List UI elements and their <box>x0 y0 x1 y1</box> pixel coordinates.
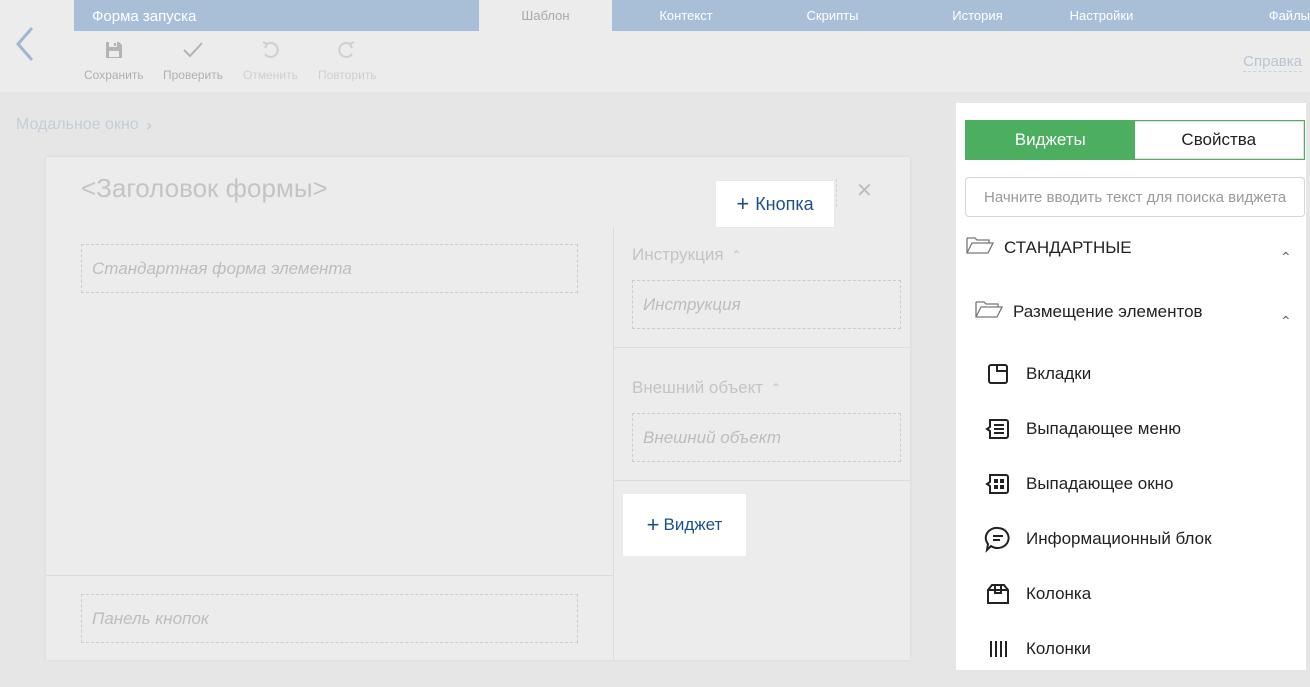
breadcrumb: Модальное окно › <box>16 116 152 134</box>
help-link[interactable]: Справка <box>1243 53 1302 72</box>
toolbar: Сохранить Проверить Отменить Повторить С… <box>74 31 1310 92</box>
back-button[interactable] <box>12 24 42 64</box>
header-tabs: Шаблон Контекст Скрипты История Настройк… <box>479 0 1310 31</box>
redo-label: Повторить <box>318 68 377 82</box>
dropdown-menu-icon <box>984 415 1012 443</box>
redo-button[interactable]: Повторить <box>318 37 377 82</box>
tab-files[interactable]: Файлы <box>1153 0 1310 31</box>
divider <box>46 575 613 576</box>
chevron-up-icon[interactable]: ⌃ <box>1280 249 1292 266</box>
add-button-button[interactable]: + Кнопка <box>716 181 834 227</box>
back-strip <box>0 0 74 92</box>
widget-item-info-block[interactable]: Информационный блок <box>984 525 1212 553</box>
widget-item-label: Колонка <box>1026 584 1092 603</box>
plus-icon: + <box>646 512 660 537</box>
modal-form: <Заголовок формы> + Кнопка ✕ Стандартная… <box>46 157 910 660</box>
tab-properties[interactable]: Свойства <box>1134 121 1304 159</box>
widget-item-label: Информационный блок <box>1026 529 1212 548</box>
undo-label: Отменить <box>243 68 298 82</box>
external-object-label: Внешний объект <box>632 378 764 397</box>
column-divider <box>613 227 614 660</box>
widget-item-dropdown-menu[interactable]: Выпадающее меню <box>984 415 1181 443</box>
widget-item-label: Выпадающее меню <box>1026 419 1182 438</box>
widget-item-dropdown-window[interactable]: Выпадающее окно <box>984 470 1174 498</box>
form-title[interactable]: <Заголовок формы> <box>81 173 328 204</box>
panel-tabs: Виджеты Свойства <box>965 120 1305 160</box>
chevron-up-icon[interactable]: ⌃ <box>1280 313 1292 330</box>
plus-icon: + <box>736 191 750 216</box>
instruction-dropzone[interactable]: Инструкция <box>632 280 901 329</box>
breadcrumb-item[interactable]: Модальное окно <box>16 116 139 134</box>
widget-item-label: Вкладки <box>1026 364 1092 383</box>
widget-item-columns[interactable]: Колонки <box>984 635 1091 663</box>
button-panel-dropzone[interactable]: Панель кнопок <box>81 594 578 643</box>
tab-context[interactable]: Контекст <box>612 0 760 31</box>
widget-item-label: Выпадающее окно <box>1026 474 1174 493</box>
instruction-section-header[interactable]: Инструкция ⌃ <box>632 245 742 265</box>
divider <box>836 179 837 207</box>
save-label: Сохранить <box>84 68 144 82</box>
divider <box>614 480 910 481</box>
checkmark-icon <box>182 37 204 63</box>
tab-settings[interactable]: Настройки <box>1050 0 1153 31</box>
folder-open-icon <box>966 235 995 260</box>
redo-icon <box>338 37 356 63</box>
instruction-label: Инструкция <box>632 245 724 264</box>
app-title: Форма запуска <box>92 8 197 25</box>
undo-button[interactable]: Отменить <box>243 37 298 82</box>
group-standard-label: СТАНДАРТНЫЕ <box>1004 237 1132 257</box>
widget-item-tabs[interactable]: Вкладки <box>984 360 1091 388</box>
add-widget-label: Виджет <box>663 515 723 534</box>
tab-scripts[interactable]: Скрипты <box>760 0 905 31</box>
check-label: Проверить <box>163 68 224 82</box>
folder-open-icon <box>975 299 1004 324</box>
widgets-panel: Виджеты Свойства СТАНДАРТНЫЕ ⌃ Размещени… <box>956 103 1306 670</box>
column-icon <box>984 580 1012 608</box>
add-button-label: Кнопка <box>755 193 814 214</box>
info-block-icon <box>984 525 1012 553</box>
chevron-up-icon: ⌃ <box>731 248 742 262</box>
tabs-icon <box>984 360 1012 388</box>
divider <box>614 347 910 348</box>
tab-history[interactable]: История <box>905 0 1050 31</box>
group-standard[interactable]: СТАНДАРТНЫЕ <box>966 235 1132 260</box>
check-button[interactable]: Проверить <box>163 37 223 82</box>
dropdown-window-icon <box>984 470 1012 498</box>
external-object-section-header[interactable]: Внешний объект ⌃ <box>632 378 781 398</box>
undo-icon <box>261 37 280 63</box>
close-icon[interactable]: ✕ <box>856 181 873 201</box>
main-form-dropzone[interactable]: Стандартная форма элемента <box>81 244 578 293</box>
tab-widgets[interactable]: Виджеты <box>966 121 1135 159</box>
widget-item-column[interactable]: Колонка <box>984 580 1091 608</box>
group-layout-label: Размещение элементов <box>1013 301 1203 321</box>
add-widget-button[interactable]: + Виджет <box>623 494 746 556</box>
chevron-up-icon: ⌃ <box>771 381 782 395</box>
save-button[interactable]: Сохранить <box>84 37 144 82</box>
columns-icon <box>984 635 1012 663</box>
tab-template[interactable]: Шаблон <box>479 0 612 31</box>
group-layout[interactable]: Размещение элементов <box>975 299 1203 324</box>
widget-item-label: Колонки <box>1026 639 1091 658</box>
widget-search-input[interactable] <box>965 177 1305 217</box>
chevron-right-icon: › <box>146 116 152 134</box>
floppy-disk-icon <box>104 37 124 63</box>
chevron-left-icon <box>16 27 34 61</box>
external-object-dropzone[interactable]: Внешний объект <box>632 413 901 462</box>
top-header: Форма запуска Шаблон Контекст Скрипты Ис… <box>74 0 1310 31</box>
